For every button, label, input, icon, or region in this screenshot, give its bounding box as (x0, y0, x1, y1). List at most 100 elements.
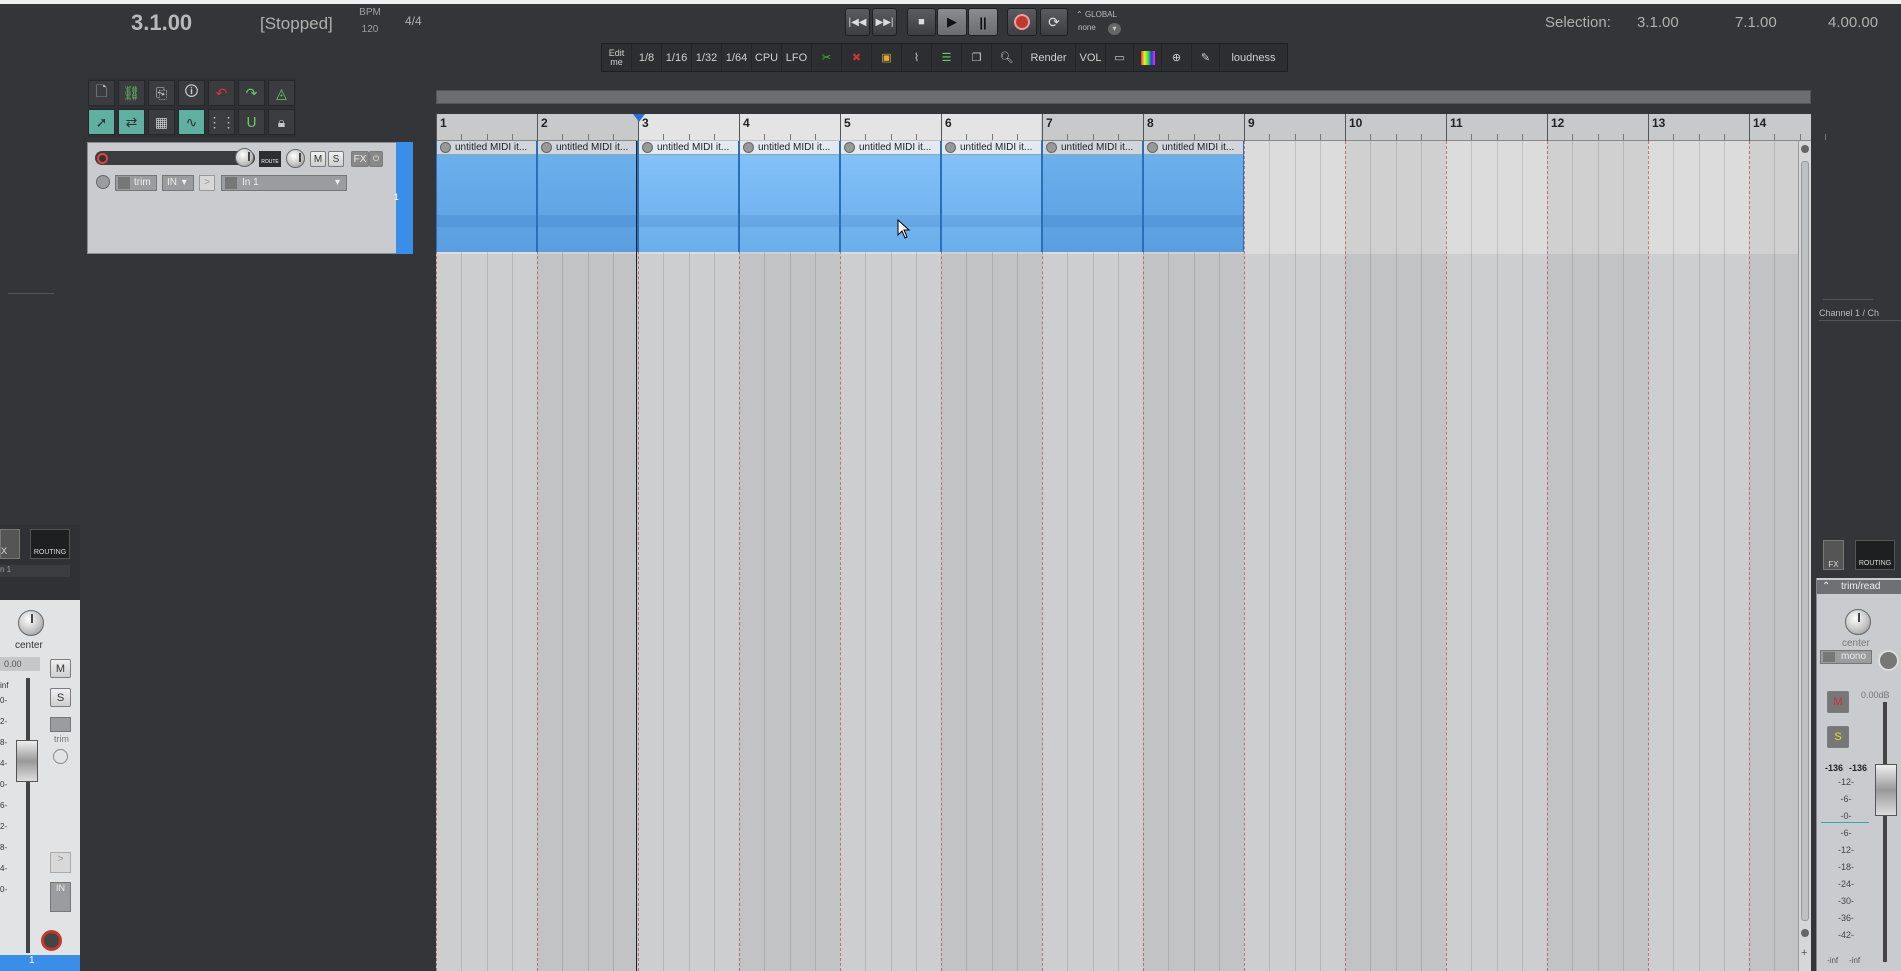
phase-button[interactable] (53, 749, 68, 764)
pan-knob[interactable] (1845, 609, 1871, 635)
split-tool-button[interactable]: ✂ (812, 44, 842, 71)
zoom-plus-icon[interactable]: + (1801, 947, 1807, 959)
timeline-ruler[interactable]: 1 2 3 4 5 6 7 8 9 10 11 12 13 14 (436, 114, 1826, 141)
glue-tool-button[interactable]: ▣ (872, 44, 902, 71)
render-button[interactable]: Render (1022, 44, 1076, 71)
repeat-button[interactable]: ⟳ (1040, 8, 1068, 36)
midi-item[interactable]: untitled MIDI it... (739, 141, 840, 252)
time-signature[interactable]: 4/4 (405, 14, 422, 28)
midi-item[interactable]: untitled MIDI it... (638, 141, 739, 252)
trim-button[interactable]: trim (115, 175, 157, 191)
automation-dropdown[interactable]: ▾ (1108, 23, 1121, 35)
volume-fader[interactable] (16, 740, 38, 782)
vol-button[interactable]: VOL (1076, 44, 1106, 71)
mixer-routing-button[interactable]: ROUTING (30, 529, 70, 559)
scroll-down-icon[interactable] (1801, 929, 1809, 937)
record-arm-button[interactable] (41, 930, 62, 951)
mute-button[interactable]: M (50, 659, 71, 678)
delete-tool-button[interactable]: ✖ (842, 44, 872, 71)
mixer-fx-button[interactable]: X (0, 529, 20, 559)
grid-view-button[interactable]: ▦ (148, 109, 175, 135)
track-pan-knob[interactable] (286, 149, 305, 168)
monitor-toggle[interactable]: > (199, 175, 215, 191)
mixer-input-select[interactable]: n 1 (0, 565, 70, 577)
mono-button[interactable]: mono (1820, 650, 1872, 664)
snap-grid-button[interactable]: ⋮⋮ (208, 109, 236, 135)
select-tool-button[interactable]: ➚ (88, 109, 115, 135)
lock-button[interactable]: 🔒︎ (268, 109, 295, 135)
waveform-tool-button[interactable]: ⌇ (902, 44, 932, 71)
scroll-up-icon[interactable] (1801, 145, 1809, 153)
snap-toggle-button[interactable]: Ս (238, 109, 265, 135)
selection-start[interactable]: 3.1.00 (1637, 14, 1679, 31)
undo-button[interactable]: ↶ (208, 80, 235, 106)
automation-mode-button[interactable]: ⌃ trim/read (1817, 580, 1901, 594)
envelope-tool-button[interactable]: ∿ (178, 109, 205, 135)
horizontal-scrollbar[interactable] (436, 90, 1811, 104)
stop-button[interactable]: ■ (907, 8, 936, 36)
open-project-button[interactable]: ⛓ (118, 80, 145, 106)
track-name-field[interactable] (95, 151, 255, 165)
phase-button[interactable] (96, 175, 110, 189)
save-project-button[interactable]: ⎘ (148, 80, 175, 106)
selection-end[interactable]: 7.1.00 (1735, 14, 1777, 31)
solo-button[interactable]: S (1827, 726, 1849, 748)
left-mixer-track-number[interactable]: 1 (0, 955, 80, 971)
color-button[interactable] (1134, 44, 1162, 71)
pause-button[interactable]: || (968, 8, 998, 36)
pan-knob[interactable] (18, 610, 44, 636)
solo-button[interactable]: S (50, 688, 71, 707)
input-monitor-button[interactable]: IN ▾ (162, 175, 194, 191)
vertical-scrollbar[interactable]: + (1798, 141, 1811, 971)
volume-fader[interactable] (1875, 764, 1897, 816)
mute-button[interactable]: M (310, 151, 326, 167)
metronome-button[interactable]: ◬ (268, 80, 295, 106)
input-select[interactable]: In 1 ▾ (221, 175, 347, 191)
mixer-fx-button[interactable]: FX (1823, 540, 1844, 570)
midi-item[interactable]: untitled MIDI it... (941, 141, 1042, 252)
render-region-button[interactable]: ❐ (962, 44, 992, 71)
record-arm-button[interactable] (97, 153, 108, 164)
volume-readout[interactable]: 0.00 (0, 657, 40, 671)
grid-1-8-button[interactable]: 1/8 (632, 44, 662, 71)
new-project-button[interactable]: 🗋 (88, 80, 115, 106)
list-view-button[interactable]: ☰ (932, 44, 962, 71)
grid-1-64-button[interactable]: 1/64 (722, 44, 752, 71)
magnify-button[interactable]: ⊕ (1162, 44, 1192, 71)
midi-item[interactable]: untitled MIDI it... (1143, 141, 1244, 252)
automation-button[interactable] (50, 717, 71, 732)
play-button[interactable]: ▶ (937, 8, 967, 36)
volume-readout[interactable]: 0.00dB (1861, 690, 1890, 700)
mute-button[interactable]: M (1827, 691, 1849, 713)
track-volume-knob[interactable] (235, 148, 254, 167)
edit-me-button[interactable]: Edit me (602, 44, 632, 71)
settings-button[interactable] (1878, 650, 1899, 671)
arrange-view[interactable]: untitled MIDI it... untitled MIDI it... … (436, 141, 1808, 971)
route-button[interactable]: ROUTE (259, 151, 281, 167)
redo-button[interactable]: ↷ (238, 80, 265, 106)
input-monitor-button[interactable]: IN (50, 882, 71, 912)
transport-position[interactable]: 3.1.00 (131, 10, 192, 36)
video-button[interactable]: ▭ (1106, 44, 1134, 71)
grid-1-32-button[interactable]: 1/32 (692, 44, 722, 71)
automation-mode[interactable]: ⌃ GLOBAL (1076, 10, 1117, 19)
go-to-start-button[interactable]: |◀◀ (845, 8, 870, 36)
fx-button[interactable]: FX (351, 151, 369, 167)
go-to-end-button[interactable]: ▶▶| (872, 8, 897, 36)
project-settings-button[interactable]: 🛈 (178, 80, 205, 106)
play-cursor-marker[interactable] (633, 114, 645, 122)
trim-tool-button[interactable]: ⇄ (118, 109, 145, 135)
midi-item[interactable]: untitled MIDI it... (840, 141, 941, 252)
midi-item[interactable]: untitled MIDI it... (537, 141, 638, 252)
solo-button[interactable]: S (328, 151, 344, 167)
zoom-button[interactable]: 🔍︎ (992, 44, 1022, 71)
scrollbar-thumb[interactable] (1801, 161, 1809, 921)
lfo-button[interactable]: LFO (782, 44, 812, 71)
track-control-panel[interactable]: ROUTE M S FX ⏻ trim IN ▾ > In 1 ▾ (87, 142, 413, 254)
record-button[interactable] (1007, 8, 1037, 36)
cpu-button[interactable]: CPU (752, 44, 782, 71)
loudness-button[interactable]: loudness (1220, 44, 1287, 71)
fx-bypass-button[interactable]: ⏻ (369, 151, 383, 167)
midi-item[interactable]: untitled MIDI it... (436, 141, 537, 252)
bpm-value[interactable]: 120 (350, 24, 390, 35)
